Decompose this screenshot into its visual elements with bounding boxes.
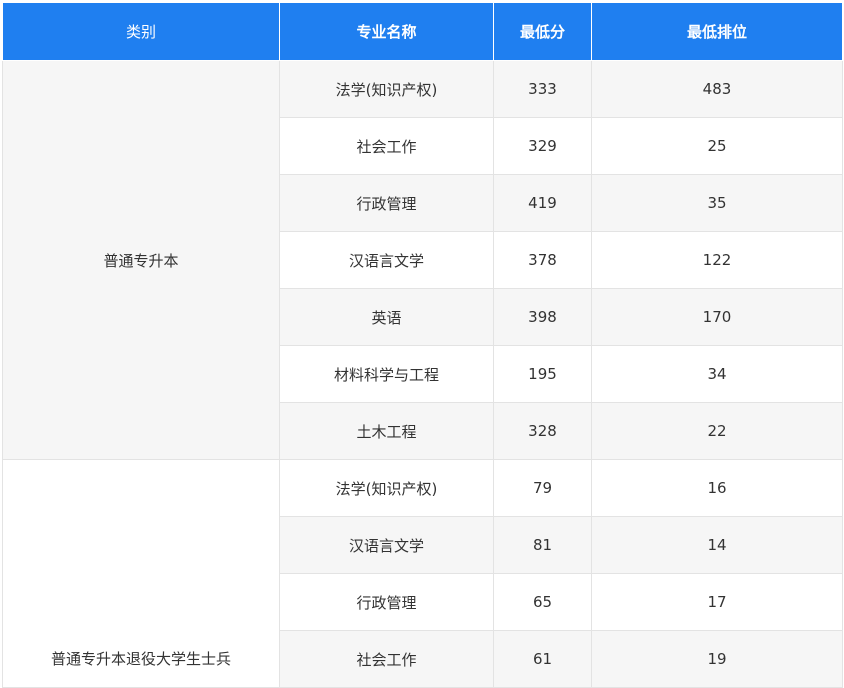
min-score-cell: 79	[493, 459, 592, 517]
header-major: 专业名称	[279, 3, 494, 61]
admission-score-table: 类别 专业名称 最低分 最低排位 普通专升本 法学(知识产权) 333 483 …	[2, 3, 843, 688]
min-score-cell: 61	[493, 630, 592, 688]
major-cell: 社会工作	[279, 630, 494, 688]
min-rank-cell: 122	[591, 231, 843, 289]
min-rank-cell: 25	[591, 117, 843, 175]
major-cell: 法学(知识产权)	[279, 459, 494, 517]
min-score-cell: 419	[493, 174, 592, 232]
table-row: 普通专升本 法学(知识产权) 333 483	[2, 60, 843, 460]
category-cell: 普通专升本	[2, 60, 280, 460]
min-rank-cell: 19	[591, 630, 843, 688]
major-cell: 材料科学与工程	[279, 345, 494, 403]
major-cell: 英语	[279, 288, 494, 346]
min-rank-cell: 14	[591, 516, 843, 574]
min-score-cell: 81	[493, 516, 592, 574]
min-score-cell: 398	[493, 288, 592, 346]
min-rank-cell: 34	[591, 345, 843, 403]
min-rank-cell: 22	[591, 402, 843, 460]
major-cell: 行政管理	[279, 174, 494, 232]
min-score-cell: 65	[493, 573, 592, 631]
major-cell: 法学(知识产权)	[279, 60, 494, 118]
table-header-row: 类别 专业名称 最低分 最低排位	[2, 3, 843, 61]
header-min-score: 最低分	[493, 3, 592, 61]
min-rank-cell: 35	[591, 174, 843, 232]
min-rank-cell: 483	[591, 60, 843, 118]
major-cell: 汉语言文学	[279, 516, 494, 574]
major-cell: 社会工作	[279, 117, 494, 175]
header-category: 类别	[2, 3, 280, 61]
min-rank-cell: 170	[591, 288, 843, 346]
category-cell: 普通专升本退役大学生士兵	[2, 459, 280, 688]
min-rank-cell: 17	[591, 573, 843, 631]
min-score-cell: 378	[493, 231, 592, 289]
min-score-cell: 328	[493, 402, 592, 460]
table-row: 普通专升本退役大学生士兵 法学(知识产权) 79 16	[2, 459, 843, 688]
min-rank-cell: 16	[591, 459, 843, 517]
major-cell: 土木工程	[279, 402, 494, 460]
major-cell: 汉语言文学	[279, 231, 494, 289]
min-score-cell: 329	[493, 117, 592, 175]
min-score-cell: 195	[493, 345, 592, 403]
min-score-cell: 333	[493, 60, 592, 118]
major-cell: 行政管理	[279, 573, 494, 631]
header-min-rank: 最低排位	[591, 3, 843, 61]
